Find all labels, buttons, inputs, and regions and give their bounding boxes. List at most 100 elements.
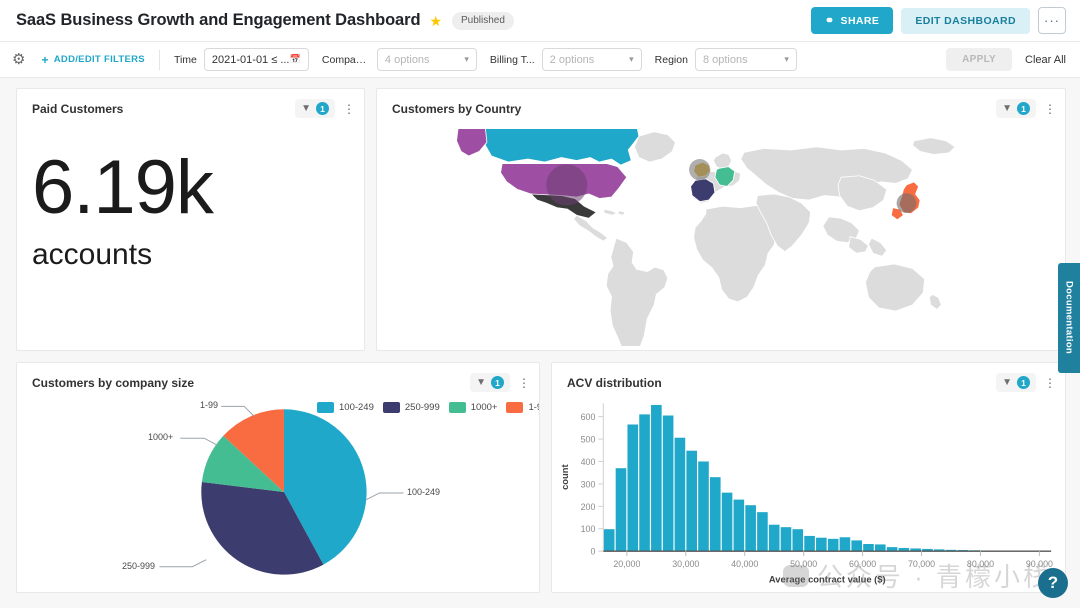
card-filter-indicator[interactable]: ▼ 1 (996, 99, 1036, 118)
card-title: Customers by Country (392, 102, 521, 116)
card-filter-indicator[interactable]: ▼ 1 (470, 373, 510, 392)
world-map[interactable] (377, 118, 1065, 346)
filter-billing-type-select[interactable]: 2 options ▾ (542, 48, 642, 71)
filter-region: Region 8 options ▾ (655, 48, 797, 71)
x-tick-label: 30,000 (672, 559, 699, 569)
x-tick-label: 20,000 (613, 559, 640, 569)
help-button[interactable]: ? (1038, 568, 1068, 598)
card-customers-by-country: Customers by Country ▼ 1 ⋮ (376, 88, 1066, 351)
edit-dashboard-button[interactable]: EDIT DASHBOARD (901, 8, 1030, 34)
histogram-chart: 010020030040050060020,00030,00040,00050,… (552, 392, 1065, 588)
filter-region-select[interactable]: 8 options ▾ (695, 48, 797, 71)
card-header: Paid Customers ▼ 1 ⋮ (17, 89, 364, 118)
map-country-alaska[interactable] (457, 129, 487, 156)
add-edit-filters-button[interactable]: + ADD/EDIT FILTERS (41, 53, 145, 67)
histogram-bar[interactable] (722, 493, 733, 552)
kebab-menu-icon[interactable]: ⋮ (518, 377, 528, 389)
y-tick-label: 300 (581, 479, 596, 489)
pie-annotation-1000-plus: 1000+ (148, 432, 173, 442)
chevron-down-icon: ▾ (464, 54, 469, 65)
histogram-bar[interactable] (769, 525, 780, 551)
histogram-bar[interactable] (816, 538, 827, 551)
big-number-value: 6.19k (17, 118, 364, 224)
card-filter-indicator[interactable]: ▼ 1 (996, 373, 1036, 392)
filter-company-size-select[interactable]: 4 options ▾ (377, 48, 477, 71)
pie-svg (17, 392, 539, 585)
funnel-icon: ▼ (476, 378, 486, 388)
add-edit-filters-label: ADD/EDIT FILTERS (54, 54, 145, 65)
histogram-bar[interactable] (651, 405, 662, 551)
pie-annotation-1-99: 1-99 (200, 400, 218, 410)
pie-chart: 100-249 250-999 1000+ 1-99 (17, 392, 539, 585)
documentation-tab[interactable]: Documentation (1058, 263, 1080, 373)
card-filter-indicator[interactable]: ▼ 1 (295, 99, 335, 118)
pie-annotation-250-999: 250-999 (122, 561, 155, 571)
histogram-bar[interactable] (663, 416, 674, 552)
histogram-bar[interactable] (757, 512, 768, 551)
filter-count-badge: 1 (1017, 102, 1030, 115)
plus-icon: + (41, 53, 48, 67)
histogram-bar[interactable] (604, 529, 615, 551)
kebab-menu-icon[interactable]: ⋮ (1044, 377, 1054, 389)
histogram-bar[interactable] (698, 461, 709, 551)
funnel-icon: ▼ (1002, 104, 1012, 114)
filter-billing-type-label: Billing T... (490, 54, 535, 66)
filter-count-badge: 1 (1017, 376, 1030, 389)
y-axis-label: count (560, 464, 570, 489)
filter-billing-type: Billing T... 2 options ▾ (490, 48, 642, 71)
histogram-bar[interactable] (627, 424, 638, 551)
histogram-bar[interactable] (828, 539, 839, 551)
more-options-button[interactable]: ··· (1038, 7, 1066, 34)
histogram-bar[interactable] (639, 414, 650, 551)
chevron-down-icon: ▾ (784, 54, 789, 65)
map-bubble-united-states[interactable] (546, 164, 587, 205)
histogram-bar[interactable] (863, 544, 874, 551)
filter-billing-type-value: 2 options (550, 54, 595, 66)
y-tick-label: 400 (581, 457, 596, 467)
gear-icon[interactable]: ⚙ (12, 52, 25, 67)
x-tick-label: 50,000 (790, 559, 817, 569)
histogram-bar[interactable] (851, 540, 862, 551)
share-button[interactable]: ⚭ SHARE (811, 7, 893, 34)
clear-all-button[interactable]: Clear All (1025, 54, 1066, 66)
y-tick-label: 500 (581, 435, 596, 445)
funnel-icon: ▼ (301, 104, 311, 114)
card-title: Customers by company size (32, 376, 194, 390)
histogram-bar[interactable] (710, 477, 721, 551)
filter-time-label: Time (174, 54, 197, 66)
histogram-bar[interactable] (840, 537, 851, 551)
map-bubble-united-kingdom[interactable] (689, 159, 710, 180)
x-tick-label: 60,000 (849, 559, 876, 569)
histogram-bar[interactable] (745, 505, 756, 551)
filter-bar: ⚙ + ADD/EDIT FILTERS Time 2021-01-01 ≤ .… (0, 42, 1080, 78)
map-bubble-japan[interactable] (897, 193, 917, 213)
filter-count-badge: 1 (316, 102, 329, 115)
card-title: ACV distribution (567, 376, 662, 390)
kebab-menu-icon[interactable]: ⋮ (343, 103, 353, 115)
histogram-bar[interactable] (686, 451, 697, 551)
histogram-bars (604, 405, 1051, 551)
filter-count-badge: 1 (491, 376, 504, 389)
histogram-bar[interactable] (804, 536, 815, 551)
x-tick-label: 80,000 (967, 559, 994, 569)
x-axis: 20,00030,00040,00050,00060,00070,00080,0… (603, 551, 1053, 569)
apply-filters-button[interactable]: APPLY (946, 48, 1012, 71)
filter-region-label: Region (655, 54, 688, 66)
histogram-bar[interactable] (792, 529, 803, 551)
filter-time-input[interactable]: 2021-01-01 ≤ ... 📅 (204, 48, 309, 71)
histogram-bar[interactable] (616, 468, 627, 551)
kebab-menu-icon[interactable]: ⋮ (1044, 103, 1054, 115)
filter-time: Time 2021-01-01 ≤ ... 📅 (174, 48, 309, 71)
filter-time-value: 2021-01-01 ≤ ... (212, 54, 290, 66)
histogram-bar[interactable] (675, 438, 686, 551)
divider (159, 50, 160, 70)
histogram-bar[interactable] (875, 544, 886, 551)
map-country-canada[interactable] (485, 129, 639, 165)
star-icon[interactable]: ★ (429, 14, 442, 28)
histogram-bar[interactable] (781, 527, 792, 551)
filter-company-size-label: Compan... (322, 54, 370, 66)
status-badge: Published (452, 12, 514, 30)
histogram-svg: 010020030040050060020,00030,00040,00050,… (552, 392, 1065, 588)
filter-region-value: 8 options (703, 54, 748, 66)
histogram-bar[interactable] (734, 500, 745, 552)
